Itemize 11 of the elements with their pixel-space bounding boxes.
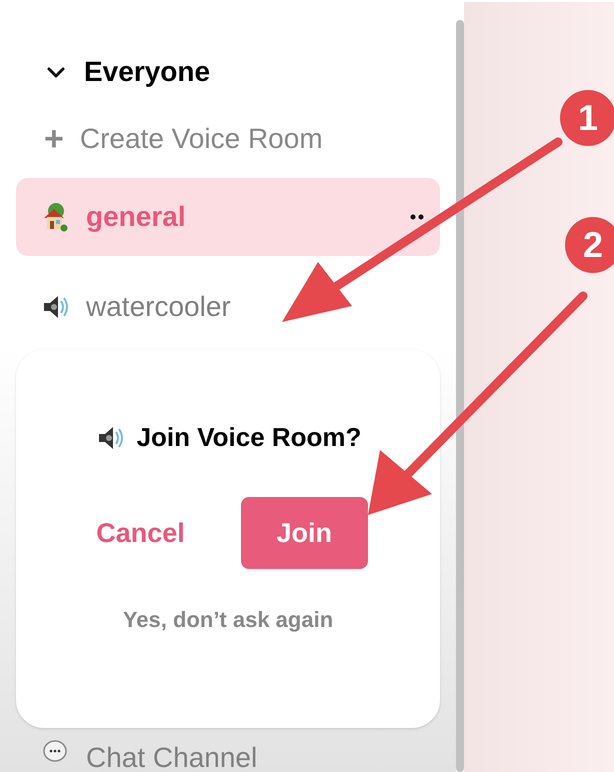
channel-item[interactable]: watercooler bbox=[16, 268, 440, 346]
channel-item[interactable]: Chat Channel bbox=[86, 744, 258, 772]
section-title: Everyone bbox=[84, 55, 210, 90]
join-button[interactable]: Join bbox=[240, 497, 368, 569]
create-voice-room-button[interactable]: + Create Voice Room bbox=[0, 100, 456, 178]
scrollbar[interactable] bbox=[456, 20, 464, 772]
more-icon[interactable] bbox=[410, 213, 424, 221]
dont-ask-again-link[interactable]: Yes, don’t ask again bbox=[122, 603, 334, 636]
channel-item[interactable]: general bbox=[16, 178, 440, 256]
popover-title: Join Voice Room? bbox=[136, 421, 362, 454]
cancel-button[interactable]: Cancel bbox=[88, 497, 193, 569]
